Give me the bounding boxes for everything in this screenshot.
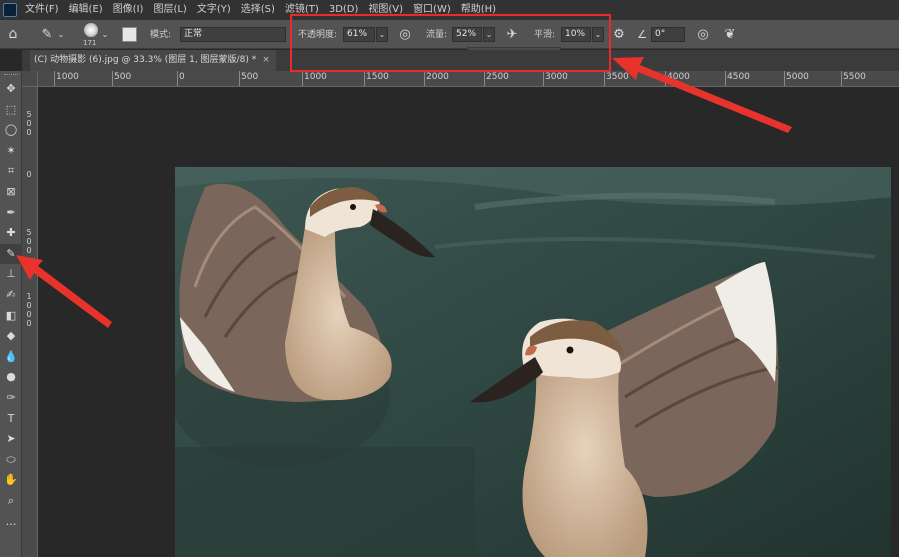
angle-icon: ∠ bbox=[637, 28, 647, 41]
brush-preset-icon[interactable]: ✎ bbox=[38, 20, 56, 49]
brush-size-value: 171 bbox=[83, 39, 97, 47]
ruler-tick-label: 1500 bbox=[366, 72, 389, 82]
menu-file[interactable]: 文件(F) bbox=[20, 0, 64, 20]
zoom-tool-icon[interactable]: ⌕ bbox=[0, 491, 22, 511]
vertical-ruler-label: 0 bbox=[26, 128, 32, 137]
move-tool-icon[interactable]: ✥ bbox=[0, 79, 22, 99]
clone-stamp-tool-icon[interactable]: ⊥ bbox=[0, 264, 22, 284]
path-selection-tool-icon[interactable]: ➤ bbox=[0, 429, 22, 449]
menu-edit[interactable]: 编辑(E) bbox=[64, 0, 108, 20]
ruler-tick-label: 4000 bbox=[667, 72, 690, 82]
pen-tool-icon[interactable]: ✑ bbox=[0, 388, 22, 408]
type-tool-icon[interactable]: T bbox=[0, 409, 22, 429]
menu-layer[interactable]: 图层(L) bbox=[148, 0, 191, 20]
ruler-corner[interactable] bbox=[22, 71, 38, 87]
vertical-ruler-label: 1 bbox=[26, 292, 32, 301]
crop-tool-icon[interactable]: ⌗ bbox=[0, 161, 22, 181]
vertical-ruler[interactable]: 50005001000 bbox=[22, 87, 38, 557]
angle-input[interactable]: 0° bbox=[651, 27, 685, 42]
ruler-tick-label: 5000 bbox=[786, 72, 809, 82]
horizontal-ruler[interactable]: 1000 500 0 500 1000 1500 2000 2500 3000 3500 4000 4… bbox=[38, 71, 899, 87]
photoshop-window: 文件(F) 编辑(E) 图像(I) 图层(L) 文字(Y) 选择(S) 滤镜(T… bbox=[0, 0, 899, 557]
frame-tool-icon[interactable]: ⊠ bbox=[0, 182, 22, 202]
symmetry-butterfly-icon[interactable]: ❦ bbox=[721, 20, 739, 49]
brush-size-chevron-icon[interactable]: ⌄ bbox=[100, 20, 110, 49]
history-brush-tool-icon[interactable]: ✍ bbox=[0, 285, 22, 305]
vertical-ruler-label: 0 bbox=[26, 170, 32, 179]
menu-type[interactable]: 文字(Y) bbox=[192, 0, 236, 20]
menu-select[interactable]: 选择(S) bbox=[236, 0, 280, 20]
panel-grip[interactable] bbox=[4, 74, 18, 76]
shape-tool-icon[interactable]: ⬭ bbox=[0, 450, 22, 470]
brush-panel-toggle-icon[interactable] bbox=[122, 27, 137, 42]
geese-photo bbox=[175, 167, 891, 557]
ruler-tick-label: 2500 bbox=[486, 72, 509, 82]
vertical-ruler-label: 0 bbox=[26, 237, 32, 246]
vertical-ruler-label: 0 bbox=[26, 246, 32, 255]
paint-bucket-tool-icon[interactable]: ◆ bbox=[0, 326, 22, 346]
vertical-ruler-label: 0 bbox=[26, 319, 32, 328]
close-icon[interactable]: × bbox=[262, 55, 270, 65]
pressure-size-icon[interactable]: ◎ bbox=[695, 20, 711, 49]
blur-tool-icon[interactable]: 💧 bbox=[0, 347, 22, 367]
ruler-tick-label: 3000 bbox=[545, 72, 568, 82]
lasso-tool-icon[interactable]: ◯ bbox=[0, 120, 22, 140]
document-tab-title: (C) 动物摄影 (6).jpg @ 33.3% (图层 1, 图层蒙版/8) … bbox=[34, 55, 257, 65]
magic-wand-tool-icon[interactable]: ✶ bbox=[0, 141, 22, 161]
document-tab[interactable]: (C) 动物摄影 (6).jpg @ 33.3% (图层 1, 图层蒙版/8) … bbox=[30, 50, 276, 71]
ruler-tick-label: 500 bbox=[241, 72, 259, 82]
ruler-tick-label: 3500 bbox=[606, 72, 629, 82]
more-tools-icon[interactable]: … bbox=[0, 512, 22, 532]
home-icon[interactable]: ⌂ bbox=[4, 20, 22, 49]
gear-icon[interactable]: ⚙ bbox=[611, 20, 627, 49]
vertical-ruler-label: 0 bbox=[26, 301, 32, 310]
hand-tool-icon[interactable]: ✋ bbox=[0, 470, 22, 490]
mode-label: 模式: bbox=[150, 30, 172, 40]
ruler-tick-label: 1000 bbox=[56, 72, 79, 82]
ruler-tick-label: 500 bbox=[114, 72, 132, 82]
dodge-tool-icon[interactable]: ● bbox=[0, 367, 22, 387]
chevron-down-icon[interactable]: ⌄ bbox=[56, 20, 66, 49]
vertical-ruler-label: 5 bbox=[26, 110, 32, 119]
vertical-ruler-label: 5 bbox=[26, 228, 32, 237]
tools-panel: ✥ ⬚ ◯ ✶ ⌗ ⊠ ✒ ✚ ✎ ⊥ ✍ ◧ ◆ 💧 ● ✑ T ➤ ⬭ ✋ ⌕… bbox=[0, 71, 22, 557]
vertical-ruler-label: 0 bbox=[26, 119, 32, 128]
ruler-tick-label: 4500 bbox=[727, 72, 750, 82]
document-canvas-image[interactable] bbox=[175, 167, 891, 557]
ruler-tick-label: 2000 bbox=[426, 72, 449, 82]
marquee-tool-icon[interactable]: ⬚ bbox=[0, 100, 22, 120]
menu-image[interactable]: 图像(I) bbox=[108, 0, 149, 20]
vertical-ruler-label: 0 bbox=[26, 310, 32, 319]
ruler-tick-label: 1000 bbox=[304, 72, 327, 82]
eyedropper-tool-icon[interactable]: ✒ bbox=[0, 203, 22, 223]
mode-select[interactable]: 正常 bbox=[180, 27, 286, 42]
brush-tool-icon[interactable]: ✎ bbox=[0, 243, 22, 264]
ruler-tick-label: 0 bbox=[179, 72, 185, 82]
brush-tip-preview-icon[interactable] bbox=[84, 23, 98, 37]
ruler-tick-label: 5500 bbox=[843, 72, 866, 82]
healing-brush-tool-icon[interactable]: ✚ bbox=[0, 223, 22, 243]
highlight-box bbox=[290, 14, 611, 72]
eraser-tool-icon[interactable]: ◧ bbox=[0, 306, 22, 326]
app-logo-icon[interactable] bbox=[3, 3, 17, 17]
